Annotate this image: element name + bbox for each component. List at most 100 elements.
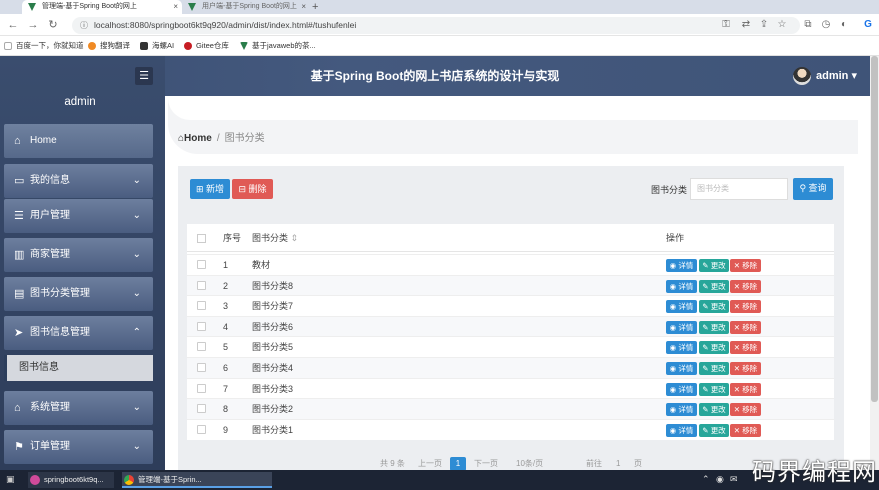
row-checkbox[interactable]: [197, 383, 206, 393]
edit-button[interactable]: ✎ 更改: [699, 362, 729, 375]
pager-goto-input[interactable]: 1: [616, 457, 620, 471]
pager-prev[interactable]: 上一页: [418, 457, 442, 471]
tray-chevron-up-icon[interactable]: ⌃: [702, 474, 710, 485]
sidebar-item-users[interactable]: ☰ 用户管理 ⌄: [4, 199, 153, 233]
delete-button[interactable]: ⊟ 删除: [232, 179, 273, 199]
cell-seq: 3: [223, 301, 229, 312]
row-checkbox[interactable]: [197, 363, 206, 372]
url-text: localhost:8080/springboot6kt9q920/admin/…: [94, 20, 357, 30]
search-input[interactable]: 图书分类: [690, 178, 788, 200]
bookmark-gitee[interactable]: Gitee仓库: [184, 36, 229, 56]
remove-button[interactable]: ✕ 移除: [730, 279, 761, 293]
bookmark-javaweb[interactable]: 基于javaweb的茶...: [240, 36, 316, 56]
remove-button[interactable]: ✕ 移除: [730, 259, 761, 272]
row-checkbox[interactable]: [197, 424, 206, 434]
browser-tab-admin[interactable]: 管理端-基于Spring Boot的网上 ×: [22, 0, 182, 14]
detail-button[interactable]: ◉ 详情: [666, 300, 697, 314]
sidebar-item-orders[interactable]: ⚑ 订单管理 ⌄: [4, 430, 153, 464]
select-all-checkbox[interactable]: [197, 234, 206, 243]
detail-button[interactable]: ◉ 详情: [666, 320, 697, 334]
translate-icon[interactable]: ⇄: [738, 15, 754, 35]
detail-button[interactable]: ◉ 详情: [666, 403, 697, 417]
tray-app-icon[interactable]: ◉: [716, 474, 724, 485]
edit-button[interactable]: ✎ 更改: [699, 279, 729, 293]
extensions-icon[interactable]: ⧉: [800, 15, 816, 35]
taskbar-item-ide[interactable]: springboot6kt9q...: [28, 472, 114, 488]
info-icon[interactable]: ⓘ: [80, 17, 88, 34]
close-icon[interactable]: ×: [173, 0, 178, 14]
detail-button[interactable]: ◉ 详情: [666, 423, 697, 437]
menu-icon[interactable]: ☰: [135, 67, 153, 85]
detail-button[interactable]: ◉ 详情: [666, 362, 697, 375]
row-checkbox[interactable]: [197, 301, 206, 311]
add-button[interactable]: ⊞ 新增: [190, 179, 230, 199]
url-input[interactable]: ⓘ localhost:8080/springboot6kt9q920/admi…: [72, 17, 800, 34]
google-icon[interactable]: G: [860, 15, 876, 35]
browser-tab-user[interactable]: 用户端-基于Spring Boot的网上 ×: [182, 0, 310, 14]
pager-next[interactable]: 下一页: [474, 457, 498, 471]
forward-icon[interactable]: →: [26, 14, 40, 36]
print-icon: ▤: [14, 288, 25, 300]
bookmark-baidu[interactable]: 百度一下，你就知道: [4, 36, 84, 56]
edit-button[interactable]: ✎ 更改: [699, 300, 729, 314]
plus-icon[interactable]: +: [312, 0, 318, 14]
detail-button[interactable]: ◉ 详情: [666, 341, 697, 355]
star-icon[interactable]: ☆: [774, 15, 790, 35]
table-row: 1 教材 ◉ 详情 ✎ 更改 ✕ 移除: [187, 254, 834, 275]
sidebar-item-system[interactable]: ⌂ 系统管理 ⌄: [4, 391, 153, 425]
tray-wechat-icon[interactable]: ✉: [730, 474, 738, 485]
sidebar-item-books[interactable]: ➤ 图书信息管理 ⌃: [4, 316, 153, 350]
detail-button[interactable]: ◉ 详情: [666, 382, 697, 396]
sidebar-item-category[interactable]: ▤ 图书分类管理 ⌄: [4, 277, 153, 311]
edit-button[interactable]: ✎ 更改: [699, 341, 729, 355]
row-checkbox[interactable]: [197, 342, 206, 352]
row-checkbox[interactable]: [197, 321, 206, 331]
user-menu[interactable]: admin ▾: [816, 56, 857, 96]
share-icon[interactable]: ⇪: [756, 15, 772, 35]
cell-category: 图书分类5: [252, 342, 294, 353]
edit-icon: ✎: [702, 281, 709, 291]
edit-button[interactable]: ✎ 更改: [699, 259, 729, 272]
detail-button[interactable]: ◉ 详情: [666, 279, 697, 293]
sidebar-item-merchants[interactable]: ▥ 商家管理 ⌄: [4, 238, 153, 272]
breadcrumb-home[interactable]: ⌂Home: [178, 133, 212, 144]
cell-category: 图书分类4: [252, 363, 294, 373]
reload-icon[interactable]: ↻: [46, 14, 60, 36]
edit-button[interactable]: ✎ 更改: [699, 320, 729, 334]
bookmark-hailuo[interactable]: 海螺AI: [140, 36, 174, 56]
remove-button[interactable]: ✕ 移除: [730, 382, 761, 396]
scrollbar-thumb[interactable]: [871, 56, 878, 402]
taskbar-item-browser[interactable]: 管理端-基于Sprin...: [122, 472, 272, 488]
key-icon[interactable]: ⚿: [718, 15, 734, 35]
back-icon[interactable]: ←: [6, 14, 20, 36]
remove-button[interactable]: ✕ 移除: [730, 320, 761, 334]
home-icon: ⌂: [14, 135, 21, 147]
remove-button[interactable]: ✕ 移除: [730, 403, 761, 417]
sidebar-item-profile[interactable]: ▭ 我的信息 ⌄: [4, 164, 153, 198]
pager-size[interactable]: 10条/页: [516, 457, 543, 471]
bookmark-sogou[interactable]: 搜狗翻译: [88, 36, 130, 56]
remove-button[interactable]: ✕ 移除: [730, 423, 761, 437]
profile-icon[interactable]: ◐: [836, 15, 852, 35]
task-view-icon[interactable]: ▣: [6, 474, 16, 486]
sort-icon[interactable]: ⇕: [291, 233, 299, 243]
edit-icon: ✎: [702, 302, 709, 312]
detail-button[interactable]: ◉ 详情: [666, 259, 697, 272]
close-icon[interactable]: ×: [301, 0, 306, 14]
sidebar-item-home[interactable]: ⌂ Home: [4, 124, 153, 158]
row-checkbox[interactable]: [197, 260, 206, 269]
row-checkbox[interactable]: [197, 404, 206, 414]
pager-current[interactable]: 1: [450, 457, 466, 471]
edit-button[interactable]: ✎ 更改: [699, 382, 729, 396]
sidebar-subitem-book-info[interactable]: 图书信息: [4, 355, 153, 381]
search-button[interactable]: ⚲ 查询: [793, 178, 833, 200]
edit-button[interactable]: ✎ 更改: [699, 423, 729, 437]
header-category[interactable]: 图书分类 ⇕: [252, 224, 298, 252]
avatar[interactable]: [793, 67, 811, 85]
remove-button[interactable]: ✕ 移除: [730, 341, 761, 355]
edit-button[interactable]: ✎ 更改: [699, 403, 729, 417]
remove-button[interactable]: ✕ 移除: [730, 362, 761, 375]
history-icon[interactable]: ◷: [818, 15, 834, 35]
row-checkbox[interactable]: [197, 280, 206, 290]
remove-button[interactable]: ✕ 移除: [730, 300, 761, 314]
